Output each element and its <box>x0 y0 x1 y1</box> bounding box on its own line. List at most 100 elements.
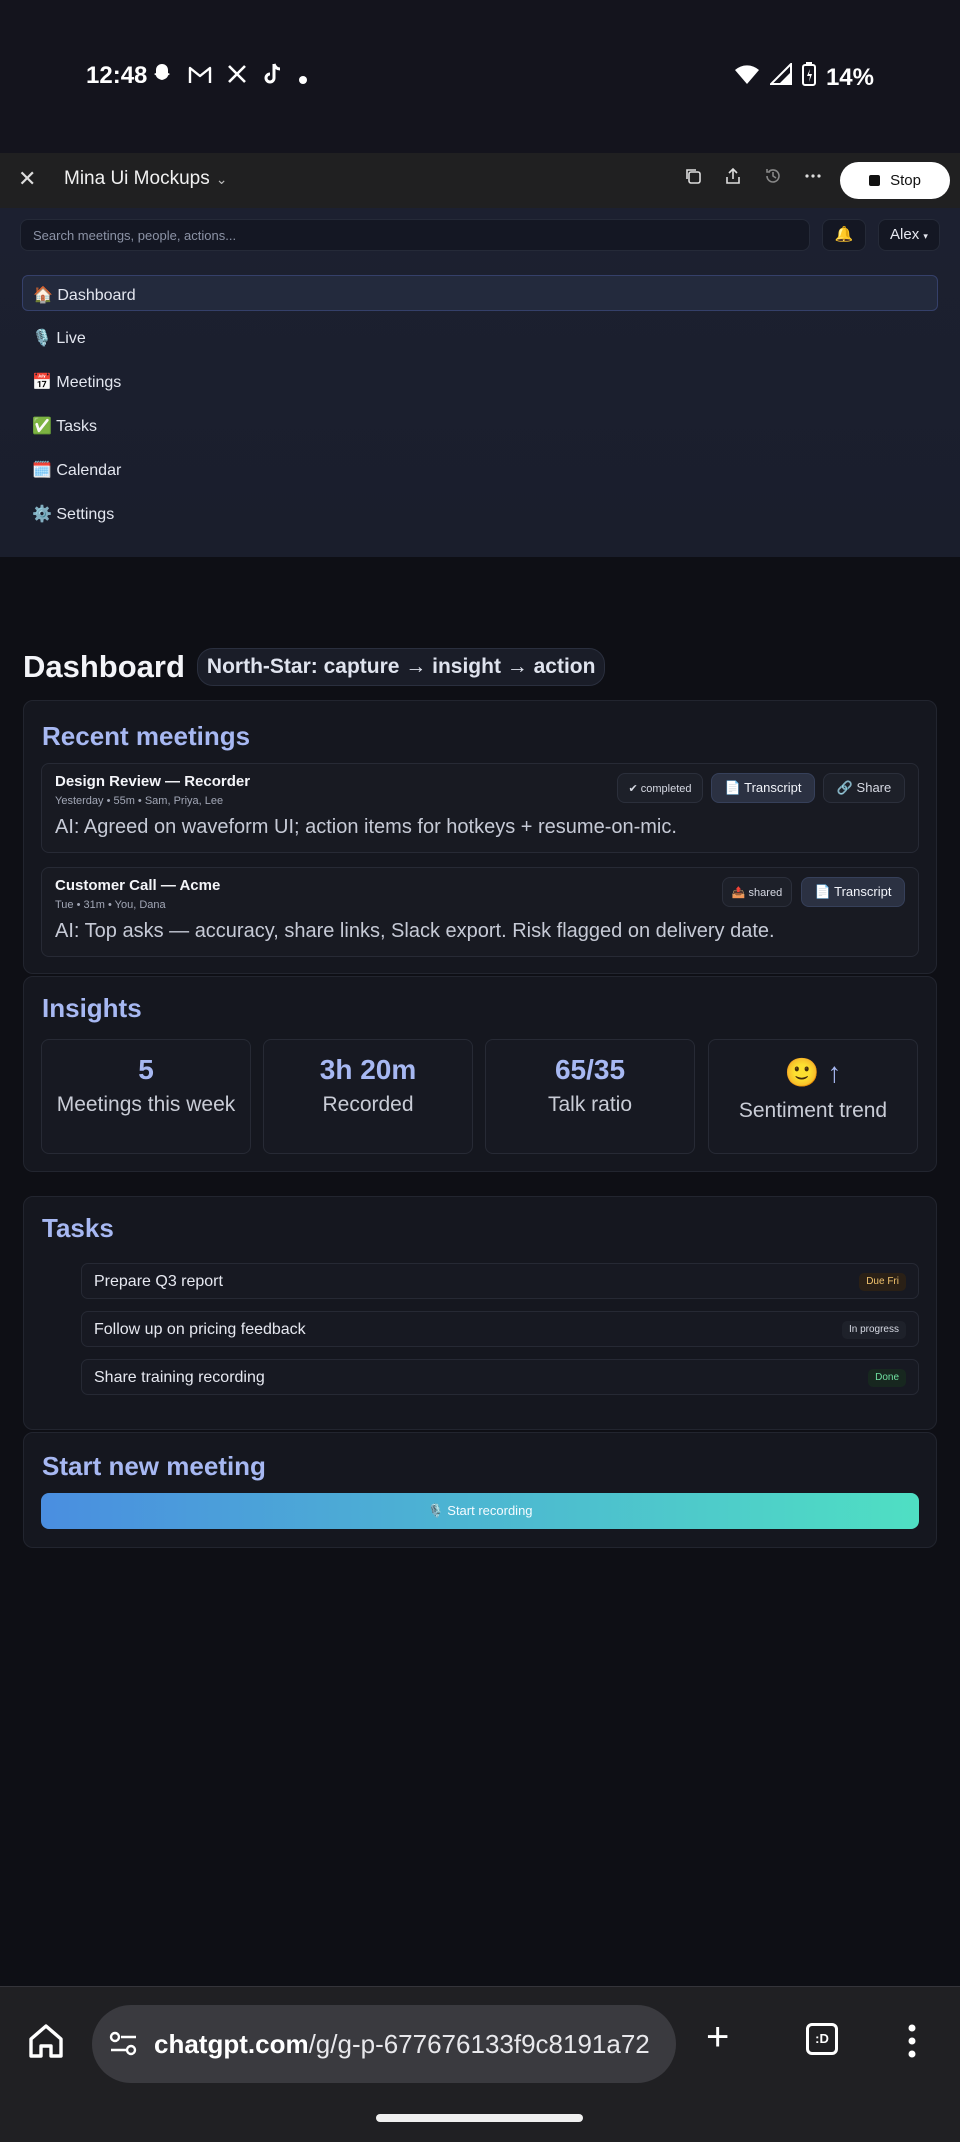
stop-icon <box>869 175 881 186</box>
chevron-down-icon: ⌄ <box>215 171 228 187</box>
home-icon[interactable] <box>26 2021 66 2066</box>
new-tab-icon[interactable]: + <box>706 2017 729 2057</box>
site-settings-icon[interactable] <box>108 2029 138 2064</box>
meeting-item[interactable]: Design Review — Recorder Yesterday • 55m… <box>41 763 919 853</box>
meeting-title: Design Review — Recorder <box>55 773 251 790</box>
nav-item-tasks[interactable]: ✅ Tasks <box>22 407 938 443</box>
stat-meetings-this-week: 5 Meetings this week <box>41 1039 251 1154</box>
section-title: Start new meeting <box>42 1451 266 1481</box>
status-badge: Done <box>868 1369 906 1387</box>
status-time: 12:48 <box>86 62 148 89</box>
insights-card: Insights 5 Meetings this week 3h 20m Rec… <box>23 976 937 1172</box>
gesture-home-indicator[interactable] <box>376 2114 583 2122</box>
nav-item-label: Meetings <box>56 374 122 391</box>
transcript-button[interactable]: 📄 Transcript <box>711 773 815 803</box>
x-icon <box>226 63 248 92</box>
search-input[interactable]: Search meetings, people, actions... <box>20 219 810 251</box>
section-title: Tasks <box>42 1213 114 1243</box>
battery-percent: 14% <box>825 63 874 91</box>
project-title-label: Mina Ui Mockups <box>64 168 210 189</box>
url-path: /g/g-p-677676133f9c8191a72 <box>308 2029 650 2059</box>
signal-icon <box>768 61 792 92</box>
section-title: Recent meetings <box>42 721 251 751</box>
share-button[interactable]: 🔗 Share <box>823 773 905 803</box>
page-title: Dashboard <box>23 649 185 684</box>
nav-item-dashboard[interactable]: 🏠 Dashboard <box>22 275 938 311</box>
microphone-icon: 🎙️ <box>32 330 52 347</box>
user-name: Alex <box>890 226 920 243</box>
sentiment-icon: 🙂 ↑ <box>784 1057 842 1088</box>
address-bar[interactable]: chatgpt.com/g/g-p-677676133f9c8191a72 <box>92 2005 676 2083</box>
status-badge: ✔ completed <box>617 773 703 803</box>
dot-icon <box>298 64 308 92</box>
meeting-meta: Yesterday • 55m • Sam, Priya, Lee <box>55 795 224 807</box>
wifi-icon <box>734 63 760 92</box>
close-icon[interactable]: ✕ <box>18 166 36 192</box>
north-star-chip: North-Star: capture → insight → action <box>196 648 606 686</box>
status-bar: 12:48 14% <box>0 0 960 153</box>
nav-item-meetings[interactable]: 📅 Meetings <box>22 363 938 399</box>
transcript-button[interactable]: 📄 Transcript <box>801 877 905 907</box>
nav-item-label: Settings <box>56 506 115 523</box>
history-icon[interactable] <box>764 167 782 190</box>
share-icon[interactable] <box>724 167 742 190</box>
spiral-calendar-icon: 🗓️ <box>32 462 52 479</box>
task-item[interactable]: Prepare Q3 report Due Fri <box>81 1263 919 1299</box>
project-title[interactable]: Mina Ui Mockups ⌄ <box>64 168 227 190</box>
url-host: chatgpt.com <box>154 2029 309 2059</box>
stop-label: Stop <box>890 172 921 189</box>
gear-icon: ⚙️ <box>32 506 52 523</box>
stat-sentiment-trend: 🙂 ↑ Sentiment trend <box>708 1039 918 1154</box>
stat-value: 5 <box>138 1054 154 1085</box>
task-label: Follow up on pricing feedback <box>94 1321 306 1338</box>
battery-icon <box>801 62 816 93</box>
status-badge: Due Fri <box>859 1273 906 1291</box>
canvas-header: ✕ Mina Ui Mockups ⌄ Stop <box>0 153 960 208</box>
meeting-title: Customer Call — Acme <box>55 877 221 894</box>
status-badge: 📤 shared <box>722 877 792 907</box>
nav-item-label: Calendar <box>56 462 122 479</box>
stat-label: Sentiment trend <box>738 1099 888 1122</box>
checkmark-icon: ✅ <box>32 418 52 435</box>
house-icon: 🏠 <box>33 287 53 304</box>
more-icon[interactable] <box>804 167 822 190</box>
stat-label: Recorded <box>322 1093 414 1116</box>
stat-value: 3h 20m <box>319 1054 417 1085</box>
nav-item-label: Dashboard <box>57 287 136 304</box>
gmail-icon <box>188 64 212 92</box>
status-badge: In progress <box>841 1321 906 1339</box>
task-label: Share training recording <box>94 1369 265 1386</box>
bell-icon[interactable]: 🔔 <box>822 219 866 251</box>
tiktok-icon <box>262 62 284 93</box>
copy-icon[interactable] <box>684 167 702 190</box>
stat-label: Meetings this week <box>56 1093 236 1116</box>
section-title: Insights <box>42 993 142 1023</box>
system-indicators: 14% <box>734 61 874 93</box>
nav-item-label: Live <box>56 330 86 347</box>
stat-recorded: 3h 20m Recorded <box>263 1039 473 1154</box>
nav-item-settings[interactable]: ⚙️ Settings <box>22 495 938 531</box>
tab-switcher-button[interactable]: :D <box>806 2023 838 2055</box>
nav-item-label: Tasks <box>56 418 97 435</box>
dashboard-header: Dashboard North-Star: capture → insight … <box>23 648 606 686</box>
url-text: chatgpt.com/g/g-p-677676133f9c8191a72 <box>154 2029 664 2060</box>
nav-item-calendar[interactable]: 🗓️ Calendar <box>22 451 938 487</box>
start-recording-button[interactable]: 🎙️ Start recording <box>41 1493 919 1529</box>
recent-meetings-card: Recent meetings Design Review — Recorder… <box>23 700 937 974</box>
ai-summary: AI: Top asks — accuracy, share links, Sl… <box>55 920 775 942</box>
menu-icon[interactable] <box>906 2023 918 2059</box>
calendar-icon: 📅 <box>32 374 52 391</box>
tasks-card: Tasks Prepare Q3 report Due Fri Follow u… <box>23 1196 937 1430</box>
nav-item-live[interactable]: 🎙️ Live <box>22 319 938 355</box>
user-menu[interactable]: Alex ▾ <box>878 219 940 251</box>
notification-icons <box>150 62 308 93</box>
app-nav-panel: Search meetings, people, actions... 🔔 Al… <box>0 208 960 557</box>
task-item[interactable]: Follow up on pricing feedback In progres… <box>81 1311 919 1347</box>
ai-summary: AI: Agreed on waveform UI; action items … <box>55 816 677 838</box>
stop-button[interactable]: Stop <box>840 162 950 199</box>
caret-down-icon: ▾ <box>923 231 928 241</box>
meeting-item[interactable]: Customer Call — Acme Tue • 31m • You, Da… <box>41 867 919 957</box>
task-label: Prepare Q3 report <box>94 1273 223 1290</box>
meeting-meta: Tue • 31m • You, Dana <box>55 899 166 911</box>
task-item[interactable]: Share training recording Done <box>81 1359 919 1395</box>
